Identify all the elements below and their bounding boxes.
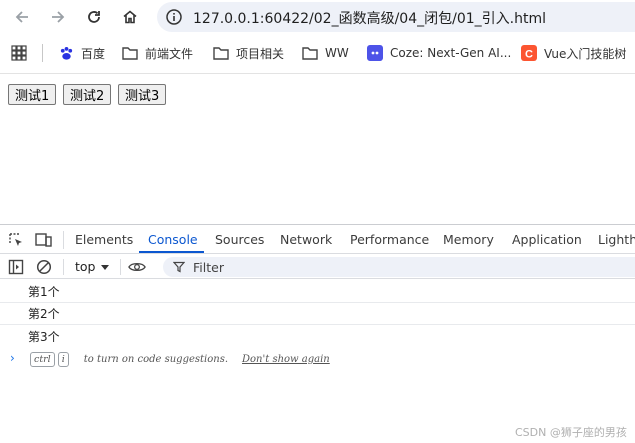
test2-button[interactable]: 测试2 — [63, 84, 112, 105]
tab-network[interactable]: Network — [280, 232, 332, 247]
inspect-cursor-icon — [9, 233, 22, 246]
device-toolbar-button[interactable] — [35, 231, 53, 249]
context-selector[interactable]: top — [75, 259, 110, 274]
dont-show-again-link[interactable]: Don't show again — [242, 354, 330, 365]
forward-button[interactable] — [45, 4, 71, 30]
console-log-row: 第3个 — [28, 329, 60, 344]
filter-placeholder: Filter — [193, 259, 224, 275]
live-expression-button[interactable] — [128, 258, 146, 276]
tab-lighthouse[interactable]: Lighth — [598, 232, 635, 247]
bookmarks-divider — [42, 44, 43, 62]
site-info-icon[interactable] — [165, 8, 183, 30]
devtools-panel: Elements Console Sources Network Perform… — [0, 224, 635, 443]
hint-text: to turn on code suggestions. — [83, 354, 229, 365]
console-log-row: 第1个 — [0, 281, 635, 303]
home-button[interactable] — [117, 4, 143, 30]
bookmark-coze[interactable]: Coze: Next-Gen AI... — [367, 44, 511, 62]
tab-sources[interactable]: Sources — [215, 232, 264, 247]
bookmark-label: 百度 — [81, 46, 106, 61]
tab-memory[interactable]: Memory — [443, 232, 494, 247]
console-log-row: 第2个 — [0, 303, 635, 325]
toolbar-divider — [63, 259, 64, 275]
csdn-icon: C — [521, 45, 537, 61]
console-filter-input[interactable]: Filter — [163, 257, 635, 277]
apps-button[interactable] — [11, 44, 27, 62]
bookmark-ww[interactable]: WW — [302, 44, 349, 62]
prompt-chevron-icon: › — [10, 351, 15, 365]
bookmark-label: Vue入门技能树 — [544, 46, 627, 61]
code-suggestions-hint: ctrl i to turn on code suggestions. Don'… — [30, 352, 330, 367]
inspect-element-button[interactable] — [7, 231, 25, 249]
back-button[interactable] — [9, 4, 35, 30]
tab-elements[interactable]: Elements — [75, 232, 133, 247]
bookmark-label: Coze: Next-Gen AI... — [390, 46, 512, 60]
browser-toolbar: 127.0.0.1:60422/02_函数高级/04_闭包/01_引入.html — [0, 0, 635, 34]
bookmarks-bar: 百度 前端文件 项目相关 WW Coze: Next-Gen AI... C V… — [0, 38, 635, 68]
folder-icon — [122, 46, 138, 60]
clear-console-button[interactable] — [35, 258, 53, 276]
sidebar-toggle-icon — [8, 259, 24, 275]
console-toolbar: top Filter — [0, 255, 635, 279]
address-bar[interactable]: 127.0.0.1:60422/02_函数高级/04_闭包/01_引入.html — [157, 2, 635, 32]
active-tab-indicator — [139, 251, 204, 253]
tab-application[interactable]: Application — [512, 232, 582, 247]
test3-button[interactable]: 测试3 — [118, 84, 167, 105]
test1-button[interactable]: 测试1 — [8, 84, 57, 105]
device-mobile-icon — [35, 233, 52, 247]
url-text[interactable]: 127.0.0.1:60422/02_函数高级/04_闭包/01_引入.html — [193, 8, 546, 28]
bookmark-frontend-files[interactable]: 前端文件 — [122, 44, 193, 62]
folder-icon — [213, 46, 229, 60]
tab-performance[interactable]: Performance — [350, 232, 429, 247]
bookmark-label: 项目相关 — [236, 46, 285, 61]
svg-text:C: C — [525, 49, 533, 61]
clear-block-icon — [36, 259, 52, 275]
eye-icon — [128, 262, 146, 272]
apps-grid-icon — [11, 45, 27, 61]
ctrl-key: ctrl — [30, 352, 55, 367]
page-viewport: 测试1 测试2 测试3 — [0, 73, 635, 223]
tab-console[interactable]: Console — [148, 232, 198, 247]
toolbar-divider — [120, 259, 121, 275]
dropdown-triangle-icon — [101, 264, 110, 270]
bookmark-vue[interactable]: C Vue入门技能树 — [521, 44, 626, 62]
reload-button[interactable] — [81, 4, 107, 30]
context-label: top — [75, 259, 96, 274]
filter-funnel-icon — [173, 261, 185, 273]
home-icon — [123, 10, 137, 24]
bookmark-project[interactable]: 项目相关 — [213, 44, 284, 62]
forward-arrow-icon — [52, 11, 65, 23]
i-key: i — [57, 352, 69, 367]
folder-icon — [302, 46, 318, 60]
devtools-tab-bar: Elements Console Sources Network Perform… — [0, 225, 635, 254]
back-arrow-icon — [15, 11, 28, 23]
coze-icon — [367, 45, 383, 61]
bookmark-label: 前端文件 — [145, 46, 194, 61]
show-sidebar-button[interactable] — [7, 258, 25, 276]
watermark: CSDN @狮子座的男孩 — [515, 426, 627, 439]
tab-divider — [63, 231, 64, 249]
console-prompt[interactable]: › ctrl i to turn on code suggestions. Do… — [0, 350, 635, 370]
reload-icon — [88, 11, 100, 23]
baidu-paw-icon — [59, 46, 74, 61]
bookmark-baidu[interactable]: 百度 — [59, 44, 105, 62]
bookmark-label: WW — [325, 46, 349, 60]
